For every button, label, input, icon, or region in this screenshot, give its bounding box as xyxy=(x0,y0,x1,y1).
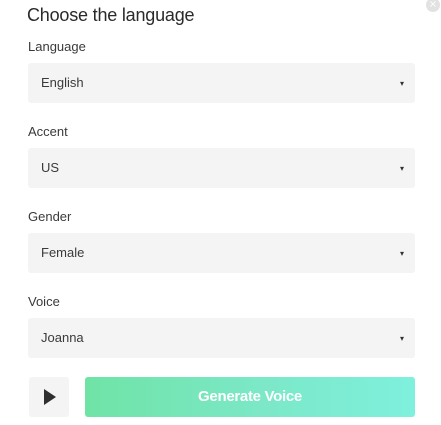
accent-label: Accent xyxy=(28,124,68,139)
chevron-down-icon: ▾ xyxy=(399,334,404,343)
play-icon xyxy=(44,389,56,405)
language-select[interactable]: English ▾ xyxy=(28,63,415,103)
accent-select-value: US xyxy=(41,160,60,175)
voice-settings-dialog: Choose the language × Language English ▾… xyxy=(0,0,441,425)
chevron-down-icon: ▾ xyxy=(399,79,404,88)
language-label: Language xyxy=(28,39,86,54)
voice-label: Voice xyxy=(28,294,60,309)
language-select-value: English xyxy=(41,75,84,90)
close-icon[interactable]: × xyxy=(426,0,440,12)
dialog-title: Choose the language xyxy=(27,5,195,25)
voice-select[interactable]: Joanna ▾ xyxy=(28,318,415,358)
chevron-down-icon: ▾ xyxy=(399,249,404,258)
gender-select-value: Female xyxy=(41,245,85,260)
chevron-down-icon: ▾ xyxy=(399,164,404,173)
play-button[interactable] xyxy=(29,377,69,417)
gender-select[interactable]: Female ▾ xyxy=(28,233,415,273)
gender-label: Gender xyxy=(28,209,72,224)
accent-select[interactable]: US ▾ xyxy=(28,148,415,188)
voice-select-value: Joanna xyxy=(41,330,84,345)
generate-voice-button[interactable]: Generate Voice xyxy=(85,377,415,417)
